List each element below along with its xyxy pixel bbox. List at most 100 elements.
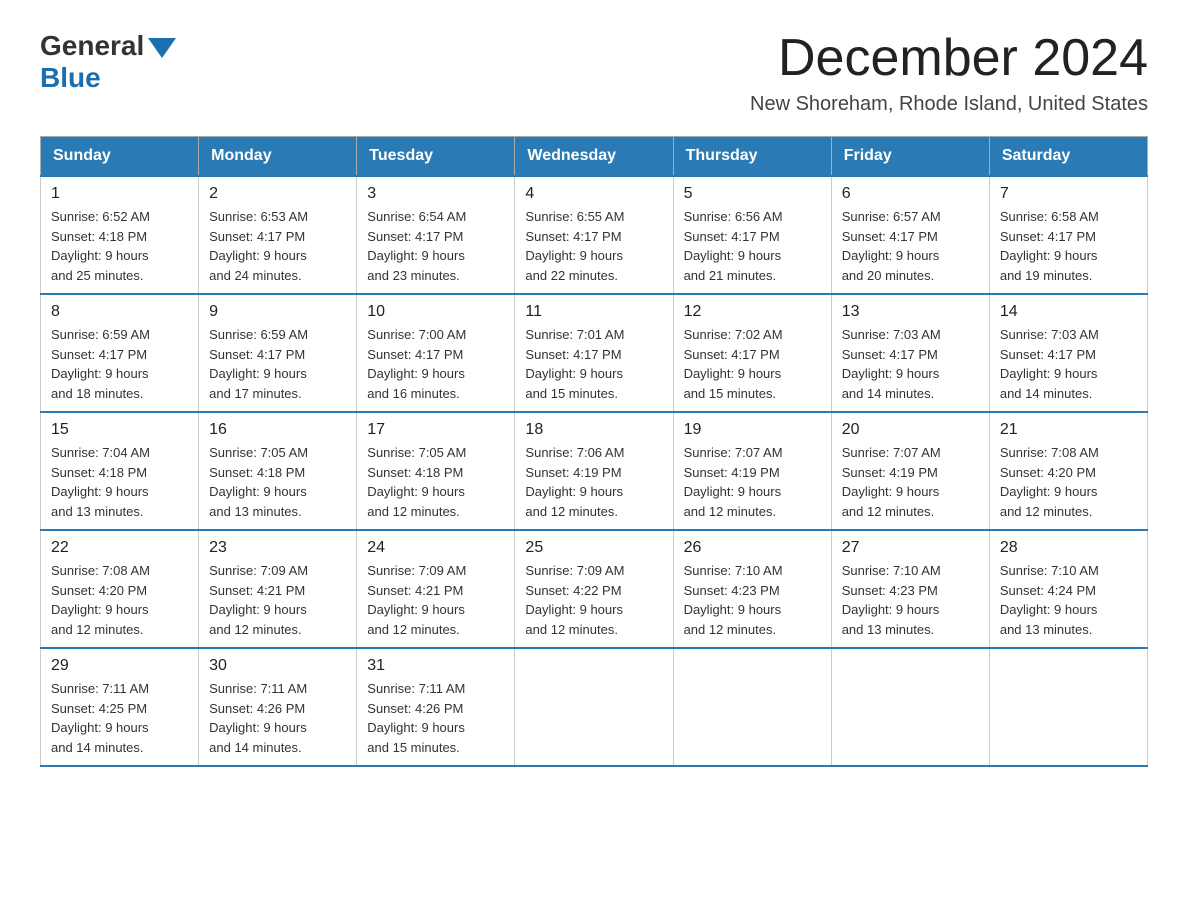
day-number: 19 xyxy=(684,421,821,439)
month-title: December 2024 xyxy=(750,30,1148,87)
day-info: Sunrise: 6:58 AM Sunset: 4:17 PM Dayligh… xyxy=(1000,207,1137,285)
calendar-week-row-3: 15 Sunrise: 7:04 AM Sunset: 4:18 PM Dayl… xyxy=(41,412,1148,530)
day-number: 13 xyxy=(842,303,979,321)
day-number: 25 xyxy=(525,539,662,557)
page-header: General Blue December 2024 New Shoreham,… xyxy=(40,30,1148,116)
calendar-cell: 7 Sunrise: 6:58 AM Sunset: 4:17 PM Dayli… xyxy=(989,176,1147,294)
calendar-cell: 23 Sunrise: 7:09 AM Sunset: 4:21 PM Dayl… xyxy=(199,530,357,648)
day-info: Sunrise: 7:06 AM Sunset: 4:19 PM Dayligh… xyxy=(525,443,662,521)
calendar-cell xyxy=(673,648,831,766)
weekday-header-monday: Monday xyxy=(199,137,357,177)
calendar-cell xyxy=(515,648,673,766)
calendar-cell: 24 Sunrise: 7:09 AM Sunset: 4:21 PM Dayl… xyxy=(357,530,515,648)
calendar-week-row-5: 29 Sunrise: 7:11 AM Sunset: 4:25 PM Dayl… xyxy=(41,648,1148,766)
day-number: 24 xyxy=(367,539,504,557)
day-info: Sunrise: 7:03 AM Sunset: 4:17 PM Dayligh… xyxy=(1000,325,1137,403)
day-number: 14 xyxy=(1000,303,1137,321)
day-info: Sunrise: 6:56 AM Sunset: 4:17 PM Dayligh… xyxy=(684,207,821,285)
day-number: 20 xyxy=(842,421,979,439)
day-number: 4 xyxy=(525,185,662,203)
calendar-cell: 1 Sunrise: 6:52 AM Sunset: 4:18 PM Dayli… xyxy=(41,176,199,294)
day-info: Sunrise: 7:01 AM Sunset: 4:17 PM Dayligh… xyxy=(525,325,662,403)
day-number: 9 xyxy=(209,303,346,321)
title-area: December 2024 New Shoreham, Rhode Island… xyxy=(750,30,1148,116)
calendar-cell: 26 Sunrise: 7:10 AM Sunset: 4:23 PM Dayl… xyxy=(673,530,831,648)
day-info: Sunrise: 7:02 AM Sunset: 4:17 PM Dayligh… xyxy=(684,325,821,403)
weekday-header-tuesday: Tuesday xyxy=(357,137,515,177)
logo-general-text: General xyxy=(40,30,144,62)
calendar-cell: 20 Sunrise: 7:07 AM Sunset: 4:19 PM Dayl… xyxy=(831,412,989,530)
day-info: Sunrise: 7:11 AM Sunset: 4:26 PM Dayligh… xyxy=(209,679,346,757)
day-number: 8 xyxy=(51,303,188,321)
day-number: 12 xyxy=(684,303,821,321)
day-number: 23 xyxy=(209,539,346,557)
weekday-header-thursday: Thursday xyxy=(673,137,831,177)
day-number: 15 xyxy=(51,421,188,439)
day-info: Sunrise: 7:09 AM Sunset: 4:21 PM Dayligh… xyxy=(367,561,504,639)
day-number: 17 xyxy=(367,421,504,439)
weekday-header-friday: Friday xyxy=(831,137,989,177)
calendar-cell xyxy=(831,648,989,766)
calendar-week-row-4: 22 Sunrise: 7:08 AM Sunset: 4:20 PM Dayl… xyxy=(41,530,1148,648)
calendar-cell: 9 Sunrise: 6:59 AM Sunset: 4:17 PM Dayli… xyxy=(199,294,357,412)
day-number: 28 xyxy=(1000,539,1137,557)
day-info: Sunrise: 7:07 AM Sunset: 4:19 PM Dayligh… xyxy=(842,443,979,521)
day-number: 6 xyxy=(842,185,979,203)
calendar-cell xyxy=(989,648,1147,766)
calendar-cell: 2 Sunrise: 6:53 AM Sunset: 4:17 PM Dayli… xyxy=(199,176,357,294)
calendar-cell: 28 Sunrise: 7:10 AM Sunset: 4:24 PM Dayl… xyxy=(989,530,1147,648)
day-number: 10 xyxy=(367,303,504,321)
day-number: 29 xyxy=(51,657,188,675)
calendar-cell: 27 Sunrise: 7:10 AM Sunset: 4:23 PM Dayl… xyxy=(831,530,989,648)
calendar-cell: 21 Sunrise: 7:08 AM Sunset: 4:20 PM Dayl… xyxy=(989,412,1147,530)
day-info: Sunrise: 6:53 AM Sunset: 4:17 PM Dayligh… xyxy=(209,207,346,285)
day-info: Sunrise: 7:11 AM Sunset: 4:26 PM Dayligh… xyxy=(367,679,504,757)
day-info: Sunrise: 7:10 AM Sunset: 4:23 PM Dayligh… xyxy=(684,561,821,639)
day-info: Sunrise: 7:05 AM Sunset: 4:18 PM Dayligh… xyxy=(367,443,504,521)
day-number: 27 xyxy=(842,539,979,557)
calendar-cell: 29 Sunrise: 7:11 AM Sunset: 4:25 PM Dayl… xyxy=(41,648,199,766)
day-info: Sunrise: 7:10 AM Sunset: 4:23 PM Dayligh… xyxy=(842,561,979,639)
calendar-cell: 22 Sunrise: 7:08 AM Sunset: 4:20 PM Dayl… xyxy=(41,530,199,648)
day-number: 16 xyxy=(209,421,346,439)
day-number: 30 xyxy=(209,657,346,675)
calendar-cell: 10 Sunrise: 7:00 AM Sunset: 4:17 PM Dayl… xyxy=(357,294,515,412)
weekday-header-row: SundayMondayTuesdayWednesdayThursdayFrid… xyxy=(41,137,1148,177)
calendar-table: SundayMondayTuesdayWednesdayThursdayFrid… xyxy=(40,136,1148,767)
day-info: Sunrise: 7:07 AM Sunset: 4:19 PM Dayligh… xyxy=(684,443,821,521)
day-info: Sunrise: 6:59 AM Sunset: 4:17 PM Dayligh… xyxy=(209,325,346,403)
calendar-cell: 30 Sunrise: 7:11 AM Sunset: 4:26 PM Dayl… xyxy=(199,648,357,766)
calendar-cell: 25 Sunrise: 7:09 AM Sunset: 4:22 PM Dayl… xyxy=(515,530,673,648)
day-number: 21 xyxy=(1000,421,1137,439)
day-number: 1 xyxy=(51,185,188,203)
day-info: Sunrise: 7:04 AM Sunset: 4:18 PM Dayligh… xyxy=(51,443,188,521)
calendar-cell: 16 Sunrise: 7:05 AM Sunset: 4:18 PM Dayl… xyxy=(199,412,357,530)
calendar-cell: 18 Sunrise: 7:06 AM Sunset: 4:19 PM Dayl… xyxy=(515,412,673,530)
calendar-cell: 13 Sunrise: 7:03 AM Sunset: 4:17 PM Dayl… xyxy=(831,294,989,412)
day-info: Sunrise: 7:09 AM Sunset: 4:21 PM Dayligh… xyxy=(209,561,346,639)
day-info: Sunrise: 7:10 AM Sunset: 4:24 PM Dayligh… xyxy=(1000,561,1137,639)
day-info: Sunrise: 7:11 AM Sunset: 4:25 PM Dayligh… xyxy=(51,679,188,757)
day-info: Sunrise: 6:55 AM Sunset: 4:17 PM Dayligh… xyxy=(525,207,662,285)
calendar-week-row-2: 8 Sunrise: 6:59 AM Sunset: 4:17 PM Dayli… xyxy=(41,294,1148,412)
location-title: New Shoreham, Rhode Island, United State… xyxy=(750,93,1148,116)
day-info: Sunrise: 7:05 AM Sunset: 4:18 PM Dayligh… xyxy=(209,443,346,521)
calendar-cell: 14 Sunrise: 7:03 AM Sunset: 4:17 PM Dayl… xyxy=(989,294,1147,412)
calendar-cell: 11 Sunrise: 7:01 AM Sunset: 4:17 PM Dayl… xyxy=(515,294,673,412)
day-info: Sunrise: 6:54 AM Sunset: 4:17 PM Dayligh… xyxy=(367,207,504,285)
calendar-cell: 3 Sunrise: 6:54 AM Sunset: 4:17 PM Dayli… xyxy=(357,176,515,294)
day-number: 18 xyxy=(525,421,662,439)
calendar-cell: 31 Sunrise: 7:11 AM Sunset: 4:26 PM Dayl… xyxy=(357,648,515,766)
day-info: Sunrise: 7:09 AM Sunset: 4:22 PM Dayligh… xyxy=(525,561,662,639)
day-number: 31 xyxy=(367,657,504,675)
calendar-week-row-1: 1 Sunrise: 6:52 AM Sunset: 4:18 PM Dayli… xyxy=(41,176,1148,294)
calendar-cell: 5 Sunrise: 6:56 AM Sunset: 4:17 PM Dayli… xyxy=(673,176,831,294)
day-number: 11 xyxy=(525,303,662,321)
day-info: Sunrise: 6:57 AM Sunset: 4:17 PM Dayligh… xyxy=(842,207,979,285)
day-info: Sunrise: 7:03 AM Sunset: 4:17 PM Dayligh… xyxy=(842,325,979,403)
day-info: Sunrise: 7:00 AM Sunset: 4:17 PM Dayligh… xyxy=(367,325,504,403)
weekday-header-saturday: Saturday xyxy=(989,137,1147,177)
day-number: 7 xyxy=(1000,185,1137,203)
calendar-cell: 6 Sunrise: 6:57 AM Sunset: 4:17 PM Dayli… xyxy=(831,176,989,294)
day-number: 2 xyxy=(209,185,346,203)
